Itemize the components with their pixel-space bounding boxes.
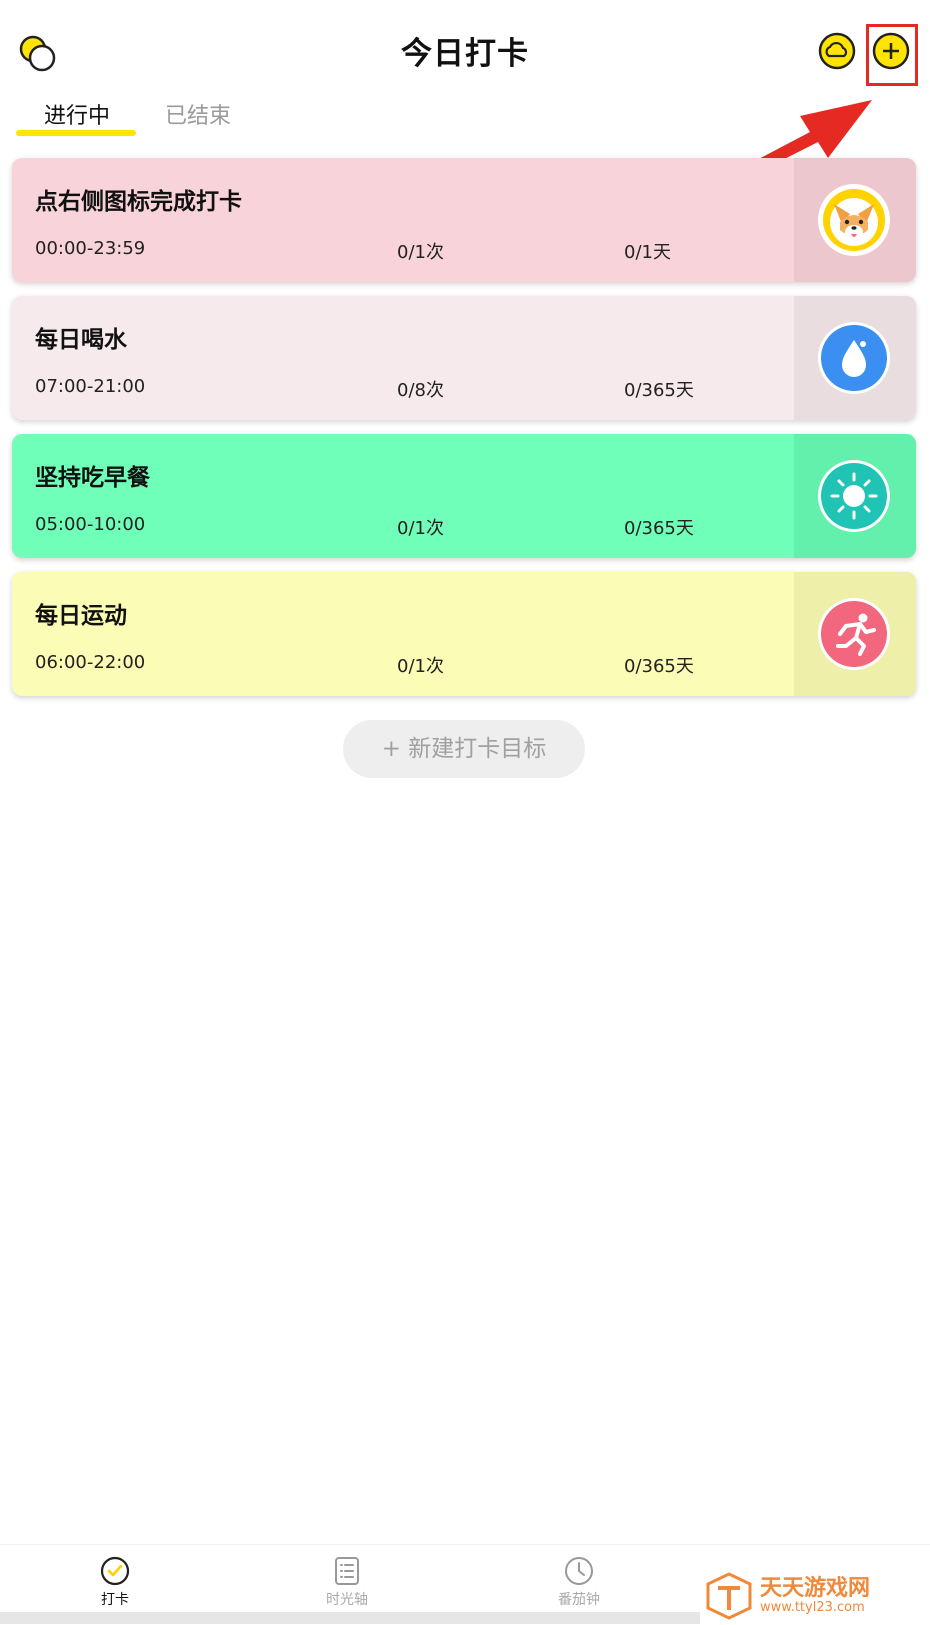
cloud-sync-icon[interactable] — [818, 32, 856, 70]
checkin-card[interactable]: 坚持吃早餐 05:00-10:00 0/1次 0/365天 — [12, 434, 916, 558]
bottom-system-bar — [0, 1612, 700, 1624]
card-checkin-area[interactable] — [794, 434, 916, 558]
card-times-progress: 0/8次 — [397, 380, 444, 401]
checkin-card[interactable]: 点右侧图标完成打卡 00:00-23:59 0/1次 0/1天 — [12, 158, 916, 282]
corgi-icon[interactable] — [816, 182, 892, 258]
card-title: 坚持吃早餐 — [35, 465, 150, 491]
card-checkin-area[interactable] — [794, 158, 916, 282]
watermark-title: 天天游戏网 — [760, 1576, 871, 1601]
highlight-box — [866, 24, 918, 86]
nav-item-pomodoro[interactable]: 番茄钟 — [539, 1555, 619, 1609]
watermark-logo-icon — [706, 1572, 752, 1620]
watermark: 天天游戏网 www.ttyl23.com — [700, 1566, 930, 1624]
tab-in-progress[interactable]: 进行中 — [44, 98, 110, 130]
nav-item-timeline[interactable]: 时光轴 — [307, 1555, 387, 1609]
clock-icon — [565, 1557, 593, 1585]
nav-item-checkin[interactable]: 打卡 — [75, 1555, 155, 1609]
card-days-progress: 0/365天 — [624, 656, 694, 677]
runner-icon[interactable] — [816, 596, 892, 672]
tab-ended[interactable]: 已结束 — [165, 98, 231, 130]
nav-label: 打卡 — [101, 1592, 129, 1608]
card-days-progress: 0/365天 — [624, 518, 694, 539]
card-time-range: 05:00-10:00 — [35, 514, 146, 535]
card-time-range: 06:00-22:00 — [35, 652, 146, 673]
card-times-progress: 0/1次 — [397, 518, 444, 539]
card-days-progress: 0/1天 — [624, 242, 671, 263]
water-drop-icon[interactable] — [816, 320, 892, 396]
card-time-range: 07:00-21:00 — [35, 376, 146, 397]
check-circle-icon — [100, 1556, 130, 1586]
card-times-progress: 0/1次 — [397, 656, 444, 677]
watermark-url: www.ttyl23.com — [760, 1600, 865, 1615]
page-title: 今日打卡 — [401, 36, 529, 72]
card-times-progress: 0/1次 — [397, 242, 444, 263]
list-icon — [335, 1557, 359, 1585]
sun-icon[interactable] — [816, 458, 892, 534]
checkin-card[interactable]: 每日运动 06:00-22:00 0/1次 0/365天 — [12, 572, 916, 696]
card-checkin-area[interactable] — [794, 296, 916, 420]
nav-label: 番茄钟 — [558, 1592, 600, 1608]
card-title: 每日喝水 — [35, 327, 127, 353]
status-tabs: 进行中 已结束 — [0, 92, 930, 142]
card-days-progress: 0/365天 — [624, 380, 694, 401]
card-time-range: 00:00-23:59 — [35, 238, 146, 259]
card-title: 点右侧图标完成打卡 — [35, 189, 242, 215]
new-goal-button[interactable]: + 新建打卡目标 — [343, 720, 585, 778]
card-checkin-area[interactable] — [794, 572, 916, 696]
nav-label: 时光轴 — [326, 1592, 368, 1608]
active-tab-indicator — [16, 130, 136, 136]
card-title: 每日运动 — [35, 603, 127, 629]
checkin-card[interactable]: 每日喝水 07:00-21:00 0/8次 0/365天 — [12, 296, 916, 420]
